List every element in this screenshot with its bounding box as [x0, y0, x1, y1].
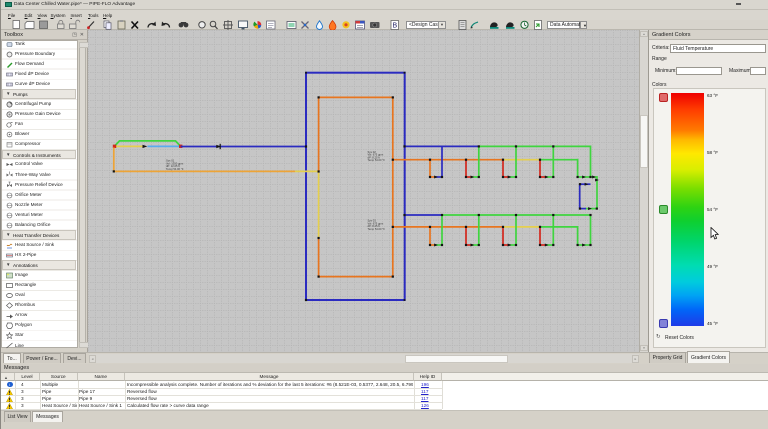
svg-text:Temp 54.00 °F: Temp 54.00 °F: [166, 167, 184, 171]
svg-text:B: B: [393, 23, 398, 30]
svg-text:Temp 54.00 °F: Temp 54.00 °F: [368, 227, 386, 231]
svg-text:Temp 54.00 °F: Temp 54.00 °F: [368, 158, 386, 162]
